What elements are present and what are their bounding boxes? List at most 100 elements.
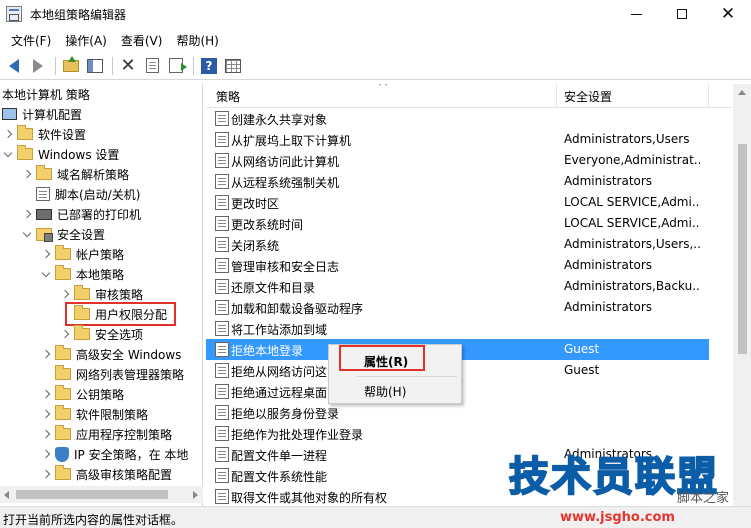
export-list-button[interactable] — [165, 55, 187, 77]
tree-item-name-resolution-policy[interactable]: 域名解析策略 — [21, 164, 129, 184]
column-divider[interactable] — [708, 84, 709, 108]
list-header: 策略 安全设置 — [206, 84, 731, 108]
policy-name: 配置文件系统性能 — [231, 470, 328, 484]
tree-item-scripts[interactable]: 脚本(启动/关机) — [36, 184, 140, 204]
close-button[interactable]: ✕ — [705, 0, 751, 28]
menu-view[interactable]: 查看(V) — [114, 30, 170, 50]
tree-item-software-restriction[interactable]: 软件限制策略 — [40, 404, 148, 424]
policy-name: 从远程系统强制关机 — [231, 176, 340, 190]
column-divider[interactable] — [556, 84, 557, 108]
expand-chevron-icon[interactable] — [40, 248, 52, 260]
tree-item-public-key-policies[interactable]: 公钥策略 — [40, 384, 124, 404]
scrollbar-thumb[interactable] — [738, 144, 747, 354]
policy-icon — [215, 447, 229, 462]
expand-chevron-icon[interactable] — [40, 348, 52, 360]
policy-name: 将工作站添加到域 — [231, 323, 328, 337]
tree-item-deployed-printers[interactable]: 已部署的打印机 — [21, 204, 141, 224]
list-vertical-scrollbar[interactable] — [733, 84, 751, 506]
collapse-chevron-icon[interactable] — [2, 148, 14, 160]
tree-item-network-list-manager[interactable]: 网络列表管理器策略 — [40, 364, 184, 384]
tree-item-label: Windows 设置 — [38, 147, 120, 162]
list-row[interactable]: 更改时区 LOCAL SERVICE,Admi... — [206, 192, 709, 213]
show-action-pane-button[interactable] — [222, 55, 244, 77]
folder-icon — [55, 465, 71, 480]
properties-button[interactable] — [141, 55, 163, 77]
policy-icon — [215, 279, 229, 294]
context-menu-help-label: 帮助(H) — [364, 385, 407, 399]
policy-name: 拒绝本地登录 — [231, 344, 304, 358]
expand-chevron-icon[interactable] — [40, 388, 52, 400]
list-row[interactable]: 还原文件和目录 Administrators,Backu... — [206, 276, 709, 297]
list-row[interactable]: 加载和卸载设备驱动程序 Administrators — [206, 297, 709, 318]
tree-item-windows-firewall[interactable]: 高级安全 Windows — [40, 344, 181, 364]
tree-item-security-options[interactable]: 安全选项 — [59, 324, 143, 344]
tree-item-software-settings[interactable]: 软件设置 — [2, 124, 86, 144]
list-row[interactable]: 更改系统时间 LOCAL SERVICE,Admi... — [206, 213, 709, 234]
tree-item-windows-settings[interactable]: Windows 设置 — [2, 144, 119, 164]
expand-chevron-icon[interactable] — [40, 408, 52, 420]
watermark-subtext: 脚本之家 — [677, 491, 730, 506]
policy-icon — [215, 405, 229, 420]
tree-item-label: 高级安全 Windows — [76, 347, 182, 362]
expand-chevron-icon[interactable] — [40, 448, 52, 460]
list-row[interactable]: 关闭系统 Administrators,Users,... — [206, 234, 709, 255]
tree-item-audit-policy[interactable]: 审核策略 — [59, 284, 143, 304]
up-one-level-button[interactable] — [60, 55, 82, 77]
list-row[interactable]: 从远程系统强制关机 Administrators — [206, 171, 709, 192]
policy-name: 还原文件和目录 — [231, 281, 316, 295]
column-header-policy[interactable]: 策略 — [216, 88, 240, 105]
tree-item-account-policies[interactable]: 帐户策略 — [40, 244, 124, 264]
show-hide-tree-button[interactable] — [84, 55, 106, 77]
forward-button[interactable] — [27, 55, 49, 77]
tree-horizontal-scrollbar[interactable] — [0, 486, 203, 503]
expand-chevron-icon[interactable] — [40, 468, 52, 480]
list-row[interactable]: 从网络访问此计算机 Everyone,Administrat... — [206, 150, 709, 171]
context-menu-help[interactable]: 帮助(H) — [329, 379, 461, 401]
expand-chevron-icon[interactable] — [59, 328, 71, 340]
tree-item-label: 脚本(启动/关机) — [55, 187, 141, 202]
menu-file[interactable]: 文件(F) — [4, 30, 58, 50]
tree-item-security-settings[interactable]: 安全设置 — [21, 224, 105, 244]
tree-item-local-policies[interactable]: 本地策略 — [40, 264, 124, 284]
tree-item-app-control[interactable]: 应用程序控制策略 — [40, 424, 172, 444]
tree-item-label: 计算机配置 — [22, 107, 83, 122]
scroll-up-icon[interactable] — [738, 90, 746, 95]
help-icon: ? — [201, 57, 217, 74]
expand-chevron-icon[interactable] — [2, 128, 14, 140]
list-row[interactable]: 创建永久共享对象 — [206, 108, 709, 129]
help-button[interactable]: ? — [198, 55, 220, 77]
list-row[interactable]: 从扩展坞上取下计算机 Administrators,Users — [206, 129, 709, 150]
policy-setting: Administrators,Backu... — [564, 279, 700, 293]
list-row[interactable]: 拒绝以服务身份登录 — [206, 402, 709, 423]
scroll-left-icon[interactable] — [4, 491, 9, 499]
ip-security-icon — [55, 446, 69, 462]
policy-icon — [215, 216, 229, 231]
tree-root[interactable]: 本地计算机 策略 — [2, 84, 90, 104]
column-header-setting[interactable]: 安全设置 — [564, 88, 612, 105]
window-title: 本地组策略编辑器 — [30, 8, 127, 22]
tree-item-ip-security[interactable]: IP 安全策略，在 本地 — [40, 444, 188, 464]
list-row[interactable]: 管理审核和安全日志 Administrators — [206, 255, 709, 276]
toolbar-separator — [55, 56, 56, 75]
expand-chevron-icon[interactable] — [21, 168, 33, 180]
collapse-chevron-icon[interactable] — [21, 228, 33, 240]
list-row[interactable]: 将工作站添加到域 — [206, 318, 709, 339]
list-row[interactable]: 拒绝作为批处理作业登录 — [206, 423, 709, 444]
maximize-button[interactable] — [659, 0, 705, 28]
expand-chevron-icon[interactable] — [40, 428, 52, 440]
folder-icon — [55, 265, 71, 280]
tree-item-advanced-audit[interactable]: 高级审核策略配置 — [40, 464, 172, 484]
scrollbar-thumb[interactable] — [16, 490, 168, 499]
tree-item-computer-config[interactable]: 计算机配置 — [2, 104, 82, 124]
back-button[interactable] — [3, 55, 25, 77]
delete-button[interactable]: ✕ — [117, 55, 139, 77]
minimize-button[interactable] — [613, 0, 659, 28]
menu-action[interactable]: 操作(A) — [58, 30, 114, 50]
policy-name: 拒绝从网络访问这 — [231, 365, 328, 379]
expand-chevron-icon[interactable] — [21, 208, 33, 220]
expand-chevron-icon[interactable] — [59, 288, 71, 300]
collapse-chevron-icon[interactable] — [40, 268, 52, 280]
menu-help[interactable]: 帮助(H) — [169, 30, 225, 50]
scroll-right-icon[interactable] — [193, 491, 198, 499]
policy-editor-icon — [6, 6, 22, 22]
